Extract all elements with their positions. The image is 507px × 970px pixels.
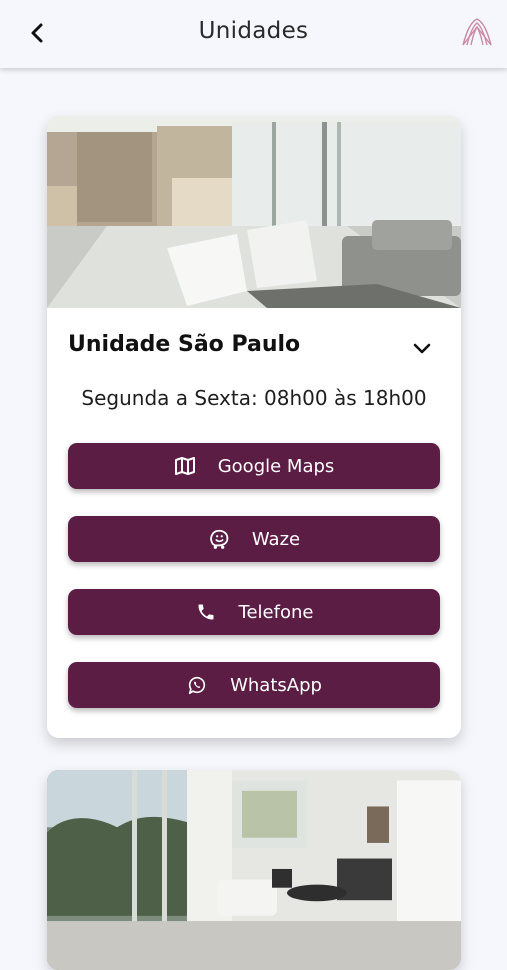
page-title: Unidades [198, 18, 309, 44]
waze-label: Waze [251, 528, 301, 550]
phone-label: Telefone [238, 601, 314, 623]
unit-photo [47, 770, 461, 970]
unit-name: Unidade São Paulo [68, 332, 301, 357]
unit-card [47, 770, 461, 970]
unit-card: Unidade São Paulo Segunda a Sexta: 08h00… [47, 116, 461, 738]
waze-button[interactable]: Waze [68, 516, 440, 562]
map-icon [174, 455, 196, 477]
app-header: Unidades [0, 0, 507, 68]
chevron-down-icon[interactable] [410, 336, 434, 360]
unit-photo [47, 116, 461, 308]
google-maps-label: Google Maps [217, 455, 335, 477]
whatsapp-icon [186, 674, 208, 696]
unit-hours: Segunda a Sexta: 08h00 às 18h00 [81, 386, 427, 410]
unit-header[interactable]: Unidade São Paulo [68, 332, 440, 364]
google-maps-button[interactable]: Google Maps [68, 443, 440, 489]
phone-icon [195, 601, 217, 623]
whatsapp-button[interactable]: WhatsApp [68, 662, 440, 708]
logo-icon [462, 18, 492, 46]
waze-icon [208, 528, 230, 550]
phone-button[interactable]: Telefone [68, 589, 440, 635]
whatsapp-label: WhatsApp [230, 674, 322, 696]
